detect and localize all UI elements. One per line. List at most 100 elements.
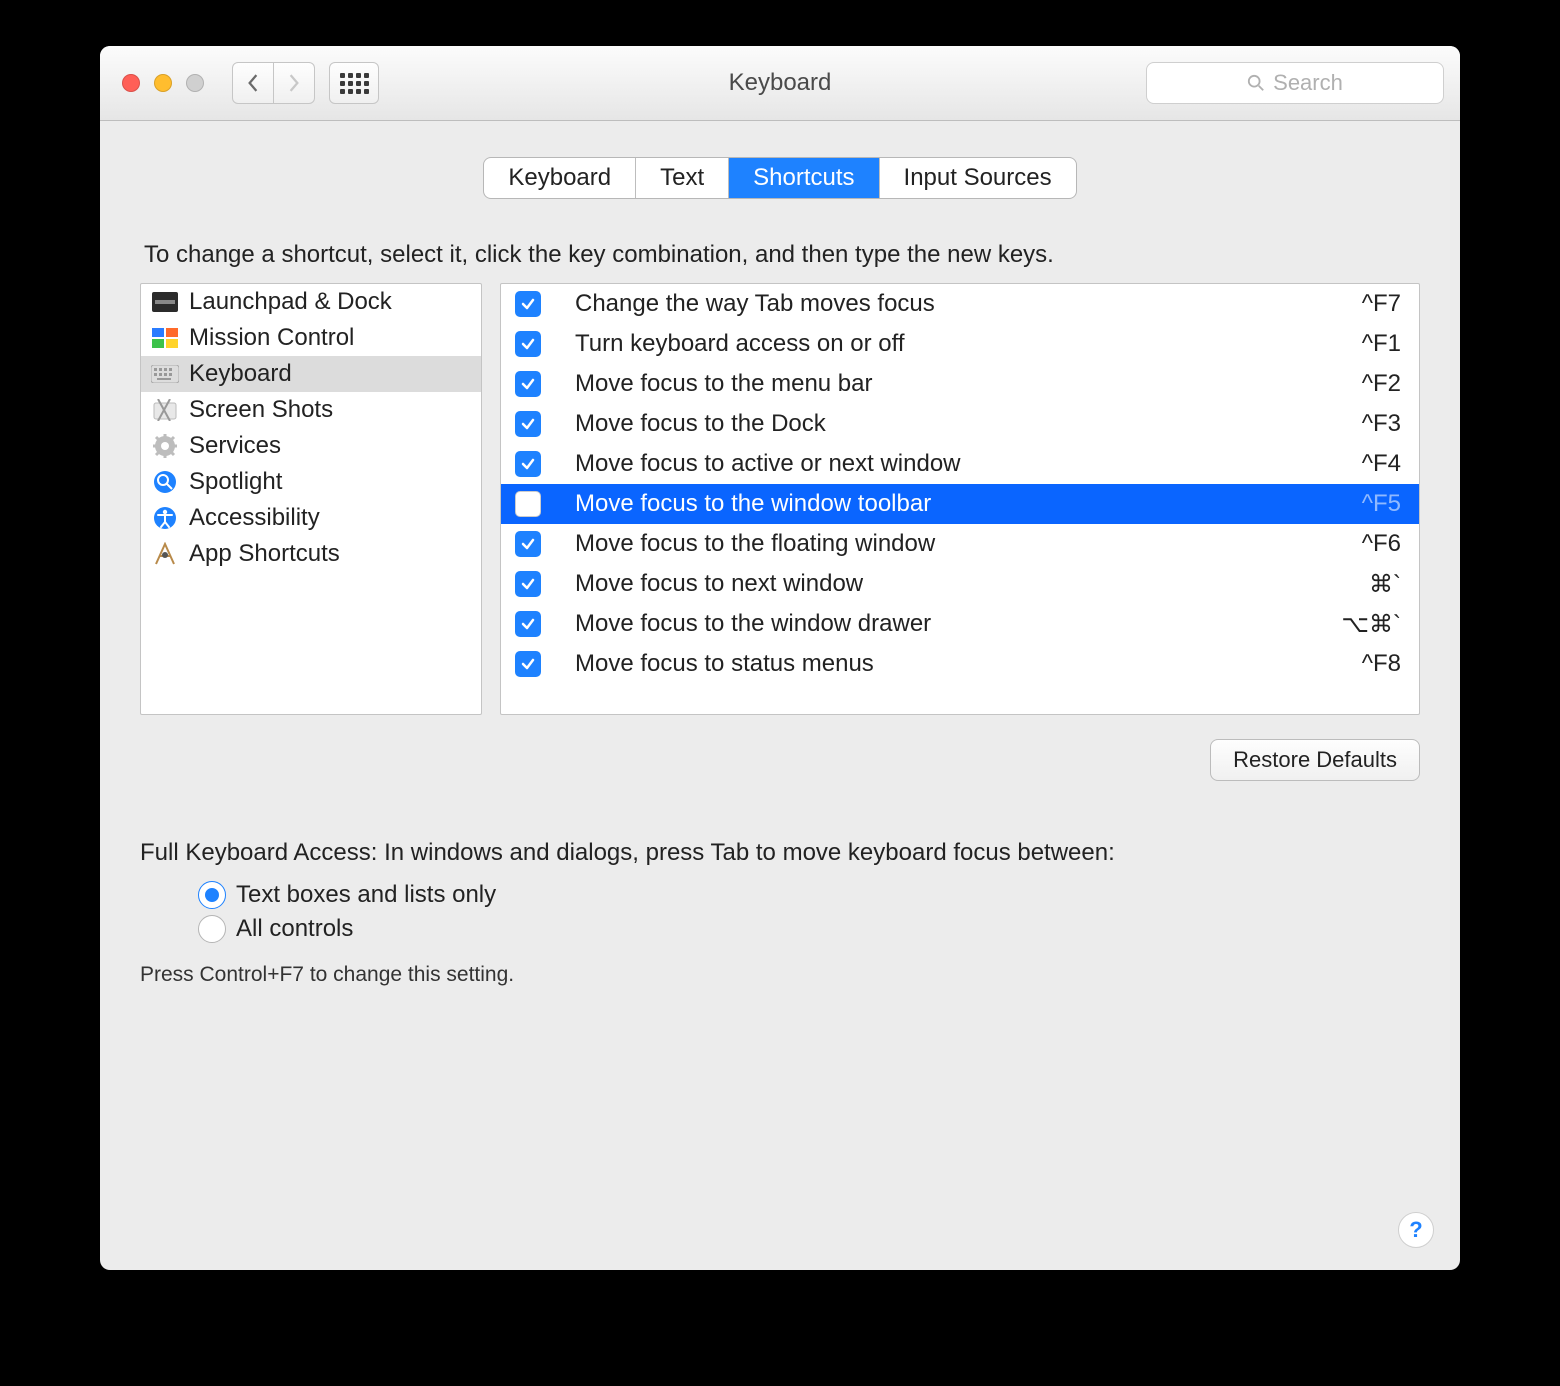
category-item-services[interactable]: Services <box>141 428 481 464</box>
show-all-button[interactable] <box>329 62 379 104</box>
search-placeholder: Search <box>1273 70 1343 96</box>
shortcut-label: Move focus to the window toolbar <box>575 490 1350 518</box>
mission-control-icon <box>151 326 179 350</box>
radio-button[interactable] <box>198 881 226 909</box>
tab-input-sources[interactable]: Input Sources <box>880 158 1076 198</box>
back-button[interactable] <box>232 62 274 104</box>
shortcut-checkbox[interactable] <box>515 451 541 477</box>
full-keyboard-access-radio-group: Text boxes and lists only All controls <box>198 881 1420 943</box>
search-icon <box>1247 74 1265 92</box>
shortcut-key: ⌘` <box>1369 570 1401 599</box>
full-keyboard-access-heading: Full Keyboard Access: In windows and dia… <box>140 839 1420 867</box>
shortcut-checkbox[interactable] <box>515 491 541 517</box>
shortcut-checkbox[interactable] <box>515 411 541 437</box>
tab-shortcuts[interactable]: Shortcuts <box>729 158 879 198</box>
radio-option[interactable]: Text boxes and lists only <box>198 881 1420 909</box>
shortcut-row[interactable]: Change the way Tab moves focus ^F7 <box>501 284 1419 324</box>
full-keyboard-access-hint: Press Control+F7 to change this setting. <box>140 963 1420 987</box>
category-label: Spotlight <box>189 468 282 496</box>
shortcut-checkbox[interactable] <box>515 651 541 677</box>
minimize-button[interactable] <box>154 74 172 92</box>
forward-button[interactable] <box>274 62 315 104</box>
shortcut-key: ^F8 <box>1362 650 1401 678</box>
shortcut-checkbox[interactable] <box>515 331 541 357</box>
shortcut-row[interactable]: Turn keyboard access on or off ^F1 <box>501 324 1419 364</box>
shortcut-row[interactable]: Move focus to active or next window ^F4 <box>501 444 1419 484</box>
launchpad-icon <box>151 290 179 314</box>
category-item-spotlight[interactable]: Spotlight <box>141 464 481 500</box>
radio-label: Text boxes and lists only <box>236 881 496 909</box>
shortcut-checkbox[interactable] <box>515 371 541 397</box>
shortcut-checkbox[interactable] <box>515 611 541 637</box>
tab-keyboard[interactable]: Keyboard <box>484 158 636 198</box>
shortcut-key: ^F2 <box>1362 370 1401 398</box>
shortcut-label: Move focus to the Dock <box>575 410 1350 438</box>
tab-bar: KeyboardTextShortcutsInput Sources <box>483 157 1076 199</box>
radio-option[interactable]: All controls <box>198 915 1420 943</box>
shortcut-key: ^F4 <box>1362 450 1401 478</box>
preferences-window: Keyboard Search KeyboardTextShortcutsInp… <box>100 46 1460 1270</box>
spotlight-icon <box>151 470 179 494</box>
category-item-screen-shots[interactable]: Screen Shots <box>141 392 481 428</box>
keyboard-icon <box>151 362 179 386</box>
category-label: App Shortcuts <box>189 540 340 568</box>
screenshots-icon <box>151 398 179 422</box>
category-item-accessibility[interactable]: Accessibility <box>141 500 481 536</box>
category-label: Accessibility <box>189 504 320 532</box>
shortcut-key: ^F7 <box>1362 290 1401 318</box>
shortcut-checkbox[interactable] <box>515 531 541 557</box>
category-label: Services <box>189 432 281 460</box>
chevron-right-icon <box>286 74 302 92</box>
restore-defaults-button[interactable]: Restore Defaults <box>1210 739 1420 781</box>
shortcut-row[interactable]: Move focus to the window drawer⌥⌘` <box>501 604 1419 644</box>
shortcut-key: ^F6 <box>1362 530 1401 558</box>
shortcut-label: Move focus to the menu bar <box>575 370 1350 398</box>
accessibility-icon <box>151 506 179 530</box>
zoom-button[interactable] <box>186 74 204 92</box>
shortcut-key: ^F5 <box>1362 490 1401 518</box>
radio-label: All controls <box>236 915 353 943</box>
shortcut-label: Move focus to active or next window <box>575 450 1350 478</box>
shortcut-row[interactable]: Move focus to status menus ^F8 <box>501 644 1419 684</box>
shortcut-label: Change the way Tab moves focus <box>575 290 1350 318</box>
category-item-keyboard[interactable]: Keyboard <box>141 356 481 392</box>
shortcut-label: Move focus to the floating window <box>575 530 1350 558</box>
shortcut-row[interactable]: Move focus to the window toolbar ^F5 <box>501 484 1419 524</box>
shortcut-key: ^F1 <box>1362 330 1401 358</box>
shortcut-label: Move focus to the window drawer <box>575 610 1329 638</box>
instruction-text: To change a shortcut, select it, click t… <box>144 241 1420 269</box>
shortcut-row[interactable]: Move focus to the Dock ^F3 <box>501 404 1419 444</box>
shortcut-row[interactable]: Move focus to next window ⌘` <box>501 564 1419 604</box>
shortcut-key: ^F3 <box>1362 410 1401 438</box>
shortcut-list[interactable]: Change the way Tab moves focus ^F7 Turn ke… <box>500 283 1420 715</box>
radio-button[interactable] <box>198 915 226 943</box>
shortcut-label: Turn keyboard access on or off <box>575 330 1350 358</box>
services-icon <box>151 434 179 458</box>
shortcut-checkbox[interactable] <box>515 571 541 597</box>
category-label: Launchpad & Dock <box>189 288 392 316</box>
help-button[interactable]: ? <box>1398 1212 1434 1248</box>
category-item-app-shortcuts[interactable]: App Shortcuts <box>141 536 481 572</box>
restore-defaults-label: Restore Defaults <box>1233 747 1397 773</box>
help-icon: ? <box>1409 1217 1422 1243</box>
search-input[interactable]: Search <box>1146 62 1444 104</box>
category-label: Screen Shots <box>189 396 333 424</box>
category-list[interactable]: Launchpad & Dock Mission Control Keyboard S… <box>140 283 482 715</box>
chevron-left-icon <box>245 74 261 92</box>
traffic-lights <box>122 74 204 92</box>
shortcut-label: Move focus to next window <box>575 570 1357 598</box>
category-item-mission-control[interactable]: Mission Control <box>141 320 481 356</box>
shortcut-row[interactable]: Move focus to the floating window ^F6 <box>501 524 1419 564</box>
app-shortcuts-icon <box>151 542 179 566</box>
tab-text[interactable]: Text <box>636 158 729 198</box>
category-label: Keyboard <box>189 360 292 388</box>
titlebar: Keyboard Search <box>100 46 1460 121</box>
nav-group <box>232 62 315 104</box>
shortcut-checkbox[interactable] <box>515 291 541 317</box>
shortcut-label: Move focus to status menus <box>575 650 1350 678</box>
close-button[interactable] <box>122 74 140 92</box>
category-label: Mission Control <box>189 324 354 352</box>
grid-icon <box>340 73 369 94</box>
shortcut-row[interactable]: Move focus to the menu bar ^F2 <box>501 364 1419 404</box>
category-item-launchpad-dock[interactable]: Launchpad & Dock <box>141 284 481 320</box>
